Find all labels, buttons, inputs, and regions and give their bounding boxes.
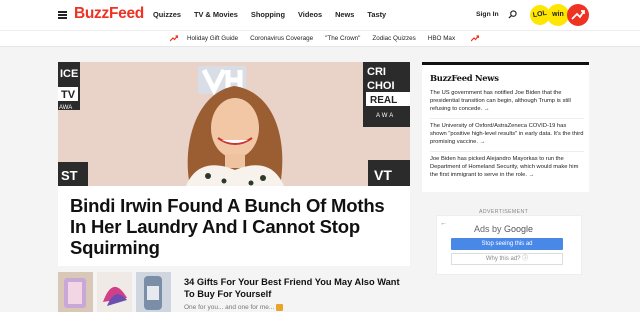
nav-item-news[interactable]: News [335, 10, 354, 19]
backdrop-text: ICE [60, 68, 78, 80]
list-item-subtitle: One for you... and one for me... [184, 304, 284, 312]
top-navigation-bar: BuzzFeed Quizzes TV & Movies Shopping Vi… [0, 0, 640, 30]
nav-item-videos[interactable]: Videos [298, 10, 322, 19]
subnav-item-the-crown[interactable]: "The Crown" [325, 35, 360, 42]
trending-badge-icon[interactable] [567, 4, 589, 26]
trending-arrow-icon [170, 35, 178, 42]
divider [430, 118, 584, 119]
backdrop-text: CHOI [367, 80, 395, 92]
gift-emoji-icon [276, 304, 284, 311]
ads-by-google-label: Ads by Google [474, 224, 533, 234]
subnav-item-gift-guide[interactable]: Holiday Gift Guide [187, 35, 238, 42]
stop-seeing-ad-button[interactable]: Stop seeing this ad [451, 238, 563, 250]
why-this-ad-button[interactable]: Why this ad? ⓘ [451, 253, 563, 265]
hamburger-menu-icon[interactable] [58, 11, 67, 19]
backdrop-text: VT [374, 167, 392, 183]
subnav-item-zodiac-quizzes[interactable]: Zodiac Quizzes [372, 35, 415, 42]
backdrop-text: CRI [367, 66, 386, 78]
gift-thumbnail-2[interactable] [97, 272, 132, 312]
nav-item-tasty[interactable]: Tasty [367, 10, 386, 19]
trending-subnav: Holiday Gift Guide Coronavirus Coverage … [0, 30, 640, 47]
list-item-subtitle-text: One for you... and one for me... [184, 304, 275, 312]
nav-item-quizzes[interactable]: Quizzes [153, 10, 181, 19]
news-item[interactable]: The University of Oxford/AstraZeneca COV… [430, 122, 584, 146]
search-icon[interactable] [508, 10, 517, 19]
buzzfeed-news-panel: BuzzFeed News The US government has noti… [422, 62, 589, 192]
google-brand-text: Google [504, 224, 534, 234]
buzzfeed-news-logo[interactable]: BuzzFeed News [430, 73, 499, 83]
backdrop-text: AWA [376, 113, 395, 119]
backdrop-text: AWA [59, 105, 72, 111]
news-item[interactable]: Joe Biden has picked Alejandro Mayorkas … [430, 155, 584, 179]
news-item[interactable]: The US government has notified Joe Biden… [430, 89, 584, 113]
hero-headline[interactable]: Bindi Irwin Found A Bunch Of Moths In He… [70, 195, 405, 258]
nav-item-shopping[interactable]: Shopping [251, 10, 285, 19]
backdrop-text: TV [61, 89, 76, 101]
subnav-item-hbo-max[interactable]: HBO Max [428, 35, 455, 42]
subnav-item-coronavirus[interactable]: Coronavirus Coverage [250, 35, 313, 42]
nav-item-tv-movies[interactable]: TV & Movies [194, 10, 238, 19]
main-nav: Quizzes TV & Movies Shopping Videos News… [153, 10, 399, 19]
sign-in-link[interactable]: Sign In [476, 11, 499, 18]
buzzfeed-logo[interactable]: BuzzFeed [74, 5, 144, 23]
ad-feedback-box: ← Ads by Google Stop seeing this ad Why … [436, 215, 582, 275]
gift-thumbnail-3[interactable] [136, 272, 171, 312]
hero-card[interactable]: Bindi Irwin Found A Bunch Of Moths In He… [58, 186, 410, 266]
win-badge-icon[interactable]: win [547, 4, 569, 26]
gift-thumbnail-1[interactable] [58, 272, 93, 312]
trending-arrow-icon [471, 35, 480, 42]
backdrop-text: ST [61, 168, 78, 183]
hero-image[interactable]: ICE TV AWA ST CRI CHOI REAL AWA VT [58, 62, 410, 186]
back-arrow-icon[interactable]: ← [440, 220, 447, 227]
backdrop-text: REAL [370, 95, 397, 106]
ads-by-text: Ads by [474, 224, 502, 234]
divider [430, 151, 584, 152]
list-item-headline[interactable]: 34 Gifts For Your Best Friend You May Al… [184, 276, 404, 300]
